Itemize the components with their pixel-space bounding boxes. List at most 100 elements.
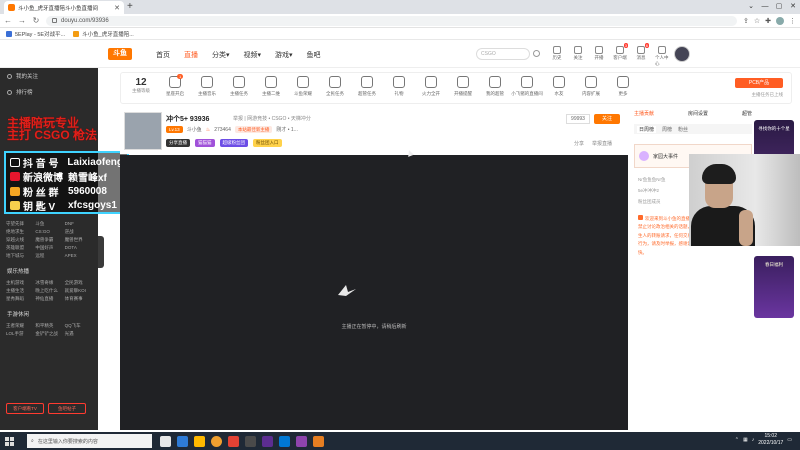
sidebar-category-link[interactable]: 金铲铲之战 xyxy=(35,331,62,337)
fan-group-badge[interactable]: 粉丝团入口 xyxy=(253,139,282,147)
feature-item[interactable]: 内容扩展 xyxy=(575,76,607,97)
nav-yuba[interactable]: 鱼吧 xyxy=(307,50,321,60)
sidebar-category-link[interactable]: 中国好声 xyxy=(35,245,62,251)
sidebar-collapse-handle[interactable] xyxy=(98,236,104,268)
avatar[interactable] xyxy=(674,46,690,62)
feature-item[interactable]: 水友 xyxy=(543,76,575,97)
streamer-thumbnail[interactable] xyxy=(124,112,162,150)
sidebar-category-link[interactable]: 王者荣耀 xyxy=(6,323,33,329)
sidebar-category-link[interactable]: 就爱聊KOI xyxy=(65,288,92,294)
pcb-button[interactable]: PCB产品 xyxy=(735,78,783,88)
subtab-daily[interactable]: 日周榜 xyxy=(637,125,657,133)
start-live-button[interactable]: 开播 xyxy=(592,46,606,67)
promo-banner-bottom[interactable]: 春日福利 xyxy=(754,256,794,318)
network-icon[interactable]: ▦ xyxy=(743,437,748,443)
feature-item[interactable]: 主播二维 xyxy=(255,76,287,97)
streamer-uid[interactable]: 斗小鱼 xyxy=(187,126,202,133)
extensions-icon[interactable]: ✚ xyxy=(765,17,771,25)
bookmark-star-icon[interactable]: ☆ xyxy=(754,17,760,25)
nav-category[interactable]: 分类▾ xyxy=(212,50,230,60)
follow-button[interactable]: 关注 xyxy=(571,46,585,67)
volume-icon[interactable]: ♪ xyxy=(752,437,755,443)
sidebar-category-link[interactable]: QQ飞车 xyxy=(65,323,92,329)
share-live-badge[interactable]: 分享直播 xyxy=(166,139,190,147)
tab-contribution[interactable]: 主播贡献 xyxy=(634,110,654,120)
follow-button[interactable]: 关注 xyxy=(594,114,620,124)
sidebar-category-link[interactable]: 神仙直播 xyxy=(35,296,62,302)
feature-item[interactable]: 斗鱼荣耀 xyxy=(287,76,319,97)
forward-icon[interactable]: → xyxy=(18,16,26,25)
feature-item[interactable]: 1 星座开启 xyxy=(159,74,191,97)
close-tab-icon[interactable]: ✕ xyxy=(114,4,120,12)
history-button[interactable]: 历史 xyxy=(550,46,564,67)
report-button[interactable]: 举报直播 xyxy=(592,140,612,147)
chrome-icon[interactable] xyxy=(211,435,222,447)
sidebar-category-link[interactable]: 星秀舞蹈 xyxy=(6,296,33,302)
profile-icon[interactable] xyxy=(776,16,784,25)
feature-item[interactable]: 礼物 xyxy=(383,76,415,97)
sidebar-item-following[interactable]: 我的关注 xyxy=(0,68,98,84)
bookmark-item[interactable]: 5EPlay - 5E对战平... xyxy=(6,30,65,38)
nav-live[interactable]: 直播 xyxy=(184,50,198,60)
super-fan-badge[interactable]: 超级粉丝团 xyxy=(219,139,248,147)
sidebar-category-link[interactable]: APEX xyxy=(65,253,92,259)
sidebar-category-link[interactable]: 晚上吃什么 xyxy=(35,288,62,294)
taskbar-search[interactable]: ⌕ 在这里输入你要搜索的内容 xyxy=(27,434,152,448)
message-button[interactable]: 6 消息 xyxy=(634,43,649,67)
sidebar-category-link[interactable]: 全民游戏 xyxy=(65,280,92,286)
tray-chevron-icon[interactable]: ⌃ xyxy=(735,437,739,443)
subtab-fans[interactable]: 粉丝 xyxy=(678,126,688,133)
back-icon[interactable]: ← xyxy=(4,16,12,25)
share-button[interactable]: 分享 xyxy=(574,140,584,147)
video-player[interactable]: 主播正在暂停中，请稍后刷新 xyxy=(120,155,628,430)
fans-count-button[interactable]: 99993 xyxy=(566,114,590,124)
feature-item[interactable]: 全民任务 xyxy=(319,76,351,97)
douyu-logo[interactable]: 斗鱼 xyxy=(108,48,132,60)
share-icon[interactable]: ⇪ xyxy=(743,17,749,25)
sidebar-category-link[interactable]: 魔兽争霸 xyxy=(35,237,62,243)
sidebar-category-link[interactable]: 和平精英 xyxy=(35,323,62,329)
new-tab-button[interactable]: + xyxy=(127,1,133,12)
app-icon[interactable] xyxy=(296,435,307,447)
sidebar-category-link[interactable]: 地下城与 xyxy=(6,253,33,259)
sidebar-category-link[interactable]: 光遇 xyxy=(65,331,92,337)
sidebar-category-link[interactable]: 守望先锋 xyxy=(6,221,33,227)
minimize-button[interactable]: — xyxy=(758,0,772,14)
feature-item[interactable]: 我的超管 xyxy=(479,76,511,97)
task-view-icon[interactable] xyxy=(160,435,171,447)
client-tv-button[interactable]: 客户端看TV xyxy=(6,403,44,414)
tab-admin[interactable]: 超管 xyxy=(742,110,752,120)
feature-item[interactable]: 火力全开 xyxy=(415,76,447,97)
notification-icon[interactable]: ▭ xyxy=(787,437,792,443)
subtab-weekly[interactable]: 周榜 xyxy=(662,126,672,133)
nav-game[interactable]: 游戏▾ xyxy=(275,50,293,60)
app-icon[interactable] xyxy=(228,435,239,447)
tab-search-button[interactable]: ⌄ xyxy=(744,0,758,14)
feature-item[interactable]: 开播提醒 xyxy=(447,76,479,97)
feature-item[interactable]: 超管任务 xyxy=(351,76,383,97)
menu-icon[interactable]: ⋮ xyxy=(789,17,796,25)
yuba-button[interactable]: 鱼吧帖子 xyxy=(48,403,86,414)
obs-icon[interactable] xyxy=(313,435,324,447)
steam-icon[interactable] xyxy=(279,435,290,447)
sidebar-category-link[interactable]: 逆战 xyxy=(65,229,92,235)
user-center-button[interactable]: 个人中心 xyxy=(655,46,669,67)
sidebar-category-link[interactable]: DOTA xyxy=(65,245,92,251)
windows-start-icon[interactable] xyxy=(5,436,19,446)
feature-item[interactable]: 主播音乐 xyxy=(191,76,223,97)
sidebar-category-link[interactable]: 体育赛事 xyxy=(65,296,92,302)
edge-icon[interactable] xyxy=(177,435,188,447)
feature-item[interactable]: 主播任务 xyxy=(223,76,255,97)
tab-room-settings[interactable]: 房间设置 xyxy=(688,110,708,120)
sidebar-item-ranking[interactable]: 排行榜 xyxy=(0,84,98,100)
nav-home[interactable]: 首页 xyxy=(156,50,170,60)
sidebar-category-link[interactable]: 主播生活 xyxy=(6,288,33,294)
sidebar-category-link[interactable]: 斗鱼 xyxy=(35,221,62,227)
sidebar-category-link[interactable]: 冰雪奇缘 xyxy=(35,280,62,286)
sidebar-category-link[interactable]: 远程 xyxy=(35,253,62,259)
bookmark-item[interactable]: 斗小鱼_虎牙直播陪... xyxy=(73,30,134,38)
cat-badge[interactable]: 猫猫猫 xyxy=(195,139,215,147)
app-icon[interactable] xyxy=(262,435,273,447)
nav-video[interactable]: 视频▾ xyxy=(244,50,262,60)
taskbar-clock[interactable]: 15:02 2022/10/17 xyxy=(758,433,783,447)
